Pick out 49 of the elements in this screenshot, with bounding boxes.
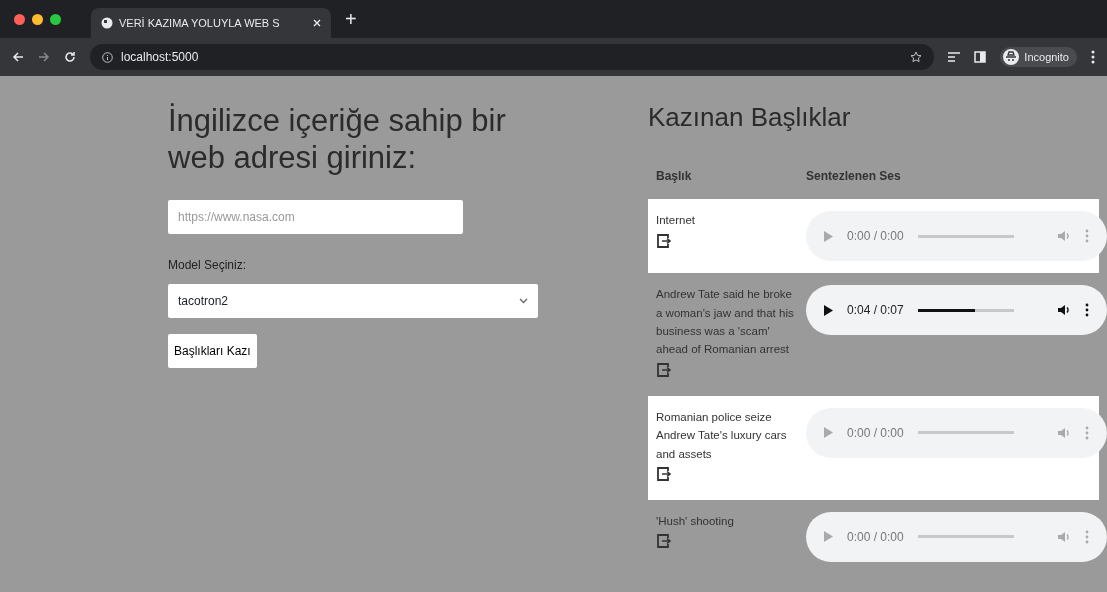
address-bar[interactable]: localhost:5000 bbox=[90, 44, 935, 70]
minimize-window-icon[interactable] bbox=[32, 13, 43, 25]
info-icon bbox=[102, 51, 113, 63]
headline-text: Internet bbox=[656, 213, 696, 229]
audio-progress-track[interactable] bbox=[917, 535, 1014, 539]
results-title: Kazınan Başlıklar bbox=[648, 102, 852, 134]
audio-player[interactable]: 0:00 / 0:00 bbox=[806, 511, 1107, 562]
chevron-down-icon bbox=[519, 298, 528, 305]
volume-icon[interactable] bbox=[1058, 304, 1071, 317]
close-icon[interactable] bbox=[313, 19, 321, 27]
audio-time: 0:04 / 0:07 bbox=[847, 302, 904, 320]
url-input-field[interactable]: https://www.nasa.com bbox=[168, 200, 463, 235]
audio-time: 0:00 / 0:00 bbox=[847, 528, 904, 546]
model-select[interactable]: tacotron2 bbox=[168, 284, 538, 319]
incognito-icon bbox=[1003, 49, 1020, 65]
reading-list-icon[interactable] bbox=[948, 52, 961, 62]
menu-icon[interactable] bbox=[1091, 50, 1095, 64]
headline-text: 'Hush' shooting bbox=[656, 513, 735, 529]
globe-icon bbox=[101, 17, 113, 29]
headline-text: Andrew Tate said he broke a woman's jaw and that his business was a 'scam' ahead of Romanian arrest bbox=[656, 287, 795, 358]
scrape-button[interactable]: Başlıkları Kazı bbox=[168, 334, 257, 369]
play-icon[interactable] bbox=[824, 304, 833, 316]
side-panel-icon[interactable] bbox=[974, 51, 987, 63]
close-window-icon[interactable] bbox=[14, 13, 25, 25]
headline-text: Romanian police seize Andrew Tate's luxury cars and assets bbox=[656, 409, 788, 462]
star-icon[interactable] bbox=[910, 51, 923, 63]
exit-icon[interactable] bbox=[656, 232, 672, 249]
more-options-icon[interactable] bbox=[1085, 303, 1089, 318]
maximize-window-icon[interactable] bbox=[50, 13, 61, 25]
audio-player[interactable]: 0:00 / 0:00 bbox=[806, 407, 1107, 458]
audio-time: 0:00 / 0:00 bbox=[847, 228, 904, 246]
audio-progress-track[interactable] bbox=[917, 234, 1014, 238]
audio-progress-track[interactable] bbox=[917, 431, 1014, 435]
audio-time: 0:00 / 0:00 bbox=[847, 424, 904, 442]
new-tab-button[interactable]: + bbox=[341, 4, 361, 34]
exit-icon[interactable] bbox=[656, 465, 672, 482]
audio-player[interactable]: 0:00 / 0:00 bbox=[806, 211, 1107, 262]
model-label: Model Seçiniz: bbox=[168, 257, 248, 275]
reload-icon[interactable] bbox=[64, 51, 76, 63]
column-header: Sentezlenen Ses bbox=[806, 168, 901, 186]
tab-title: VERİ KAZIMA YOLUYLA WEB S bbox=[119, 15, 280, 31]
audio-progress[interactable] bbox=[917, 308, 976, 312]
back-icon[interactable] bbox=[12, 51, 24, 63]
forward-icon[interactable] bbox=[38, 51, 50, 63]
audio-player[interactable]: 0:04 / 0:07 bbox=[806, 285, 1107, 336]
column-header: Başlık bbox=[656, 168, 693, 186]
profile-button[interactable]: Incognito bbox=[1000, 46, 1077, 68]
form-heading: İngilizce içeriğe sahip bir web adresi giriniz: bbox=[168, 102, 507, 177]
browser-tab[interactable]: VERİ KAZIMA YOLUYLA WEB S bbox=[91, 8, 331, 38]
